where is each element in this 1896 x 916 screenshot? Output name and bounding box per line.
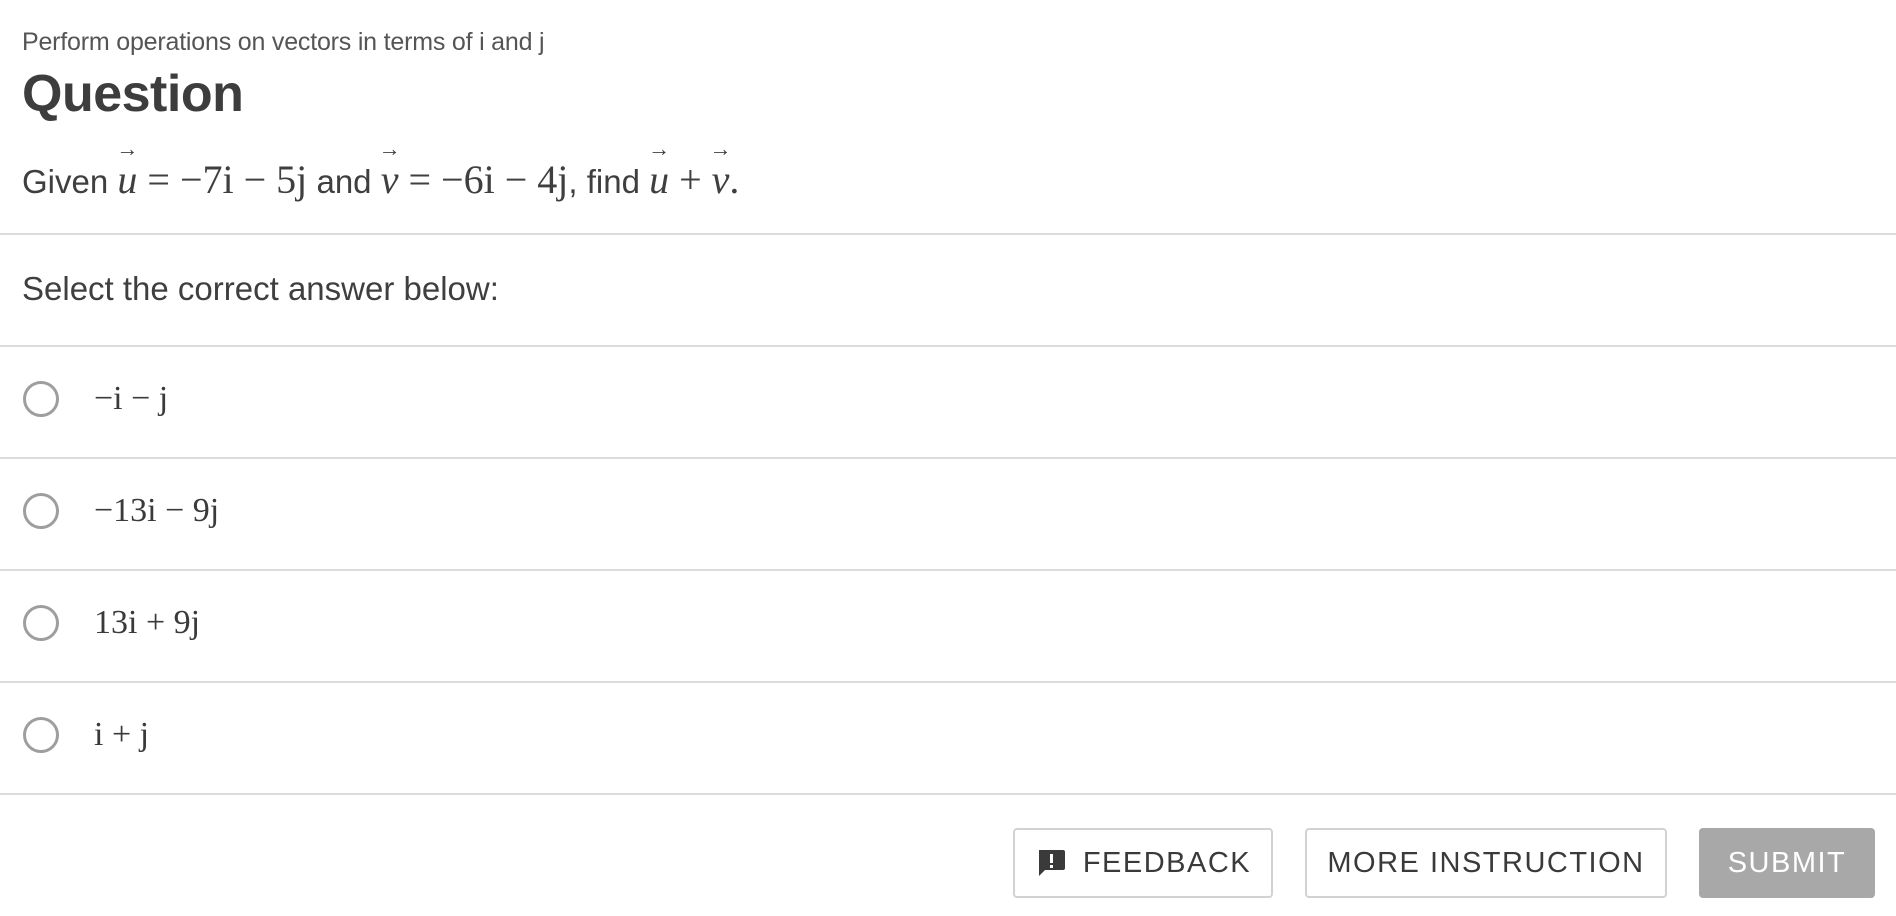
sum-expression: u + v. (649, 157, 739, 202)
feedback-icon (1038, 850, 1065, 876)
answer-option[interactable]: −i − j (0, 347, 1896, 457)
vector-u-sum: u (649, 156, 669, 203)
and-label: and (316, 163, 372, 200)
feedback-button-label: FEEDBACK (1082, 846, 1252, 879)
answer-label: 13i + 9j (94, 604, 201, 641)
u-vector-equation: u = −7i − 5j (117, 157, 307, 202)
radio-button[interactable] (23, 381, 59, 417)
answer-label: −13i − 9j (94, 492, 220, 529)
divider (0, 793, 1896, 795)
vector-v: v (381, 156, 399, 203)
question-prompt: Given u = −7i − 5j and v = −6i − 4j, fin… (22, 156, 739, 203)
answer-label: −i − j (94, 380, 169, 417)
v-value: = −6i − 4j (408, 157, 569, 202)
radio-button[interactable] (23, 717, 59, 753)
question-heading: Question (22, 65, 244, 123)
radio-button[interactable] (23, 493, 59, 529)
divider (0, 233, 1896, 235)
vector-u: u (117, 156, 137, 203)
feedback-button[interactable]: FEEDBACK (1013, 828, 1273, 898)
end-period: . (729, 157, 740, 202)
find-label: , find (568, 163, 640, 200)
u-value: = −7i − 5j (147, 157, 308, 202)
submit-label: SUBMIT (1727, 846, 1847, 879)
answer-option[interactable]: i + j (0, 683, 1896, 793)
answer-option[interactable]: −13i − 9j (0, 459, 1896, 569)
v-vector-equation: v = −6i − 4j (381, 157, 569, 202)
answer-label: i + j (94, 716, 150, 753)
submit-button[interactable]: SUBMIT (1699, 828, 1875, 898)
given-label: Given (22, 163, 109, 200)
topic-label: Perform operations on vectors in terms o… (22, 28, 545, 56)
vector-v-sum: v (712, 156, 730, 203)
plus-operator: + (679, 157, 702, 202)
more-instruction-label: MORE INSTRUCTION (1327, 846, 1645, 879)
radio-button[interactable] (23, 605, 59, 641)
more-instruction-button[interactable]: MORE INSTRUCTION (1305, 828, 1667, 898)
instruction-text: Select the correct answer below: (22, 270, 499, 307)
answer-option[interactable]: 13i + 9j (0, 571, 1896, 681)
